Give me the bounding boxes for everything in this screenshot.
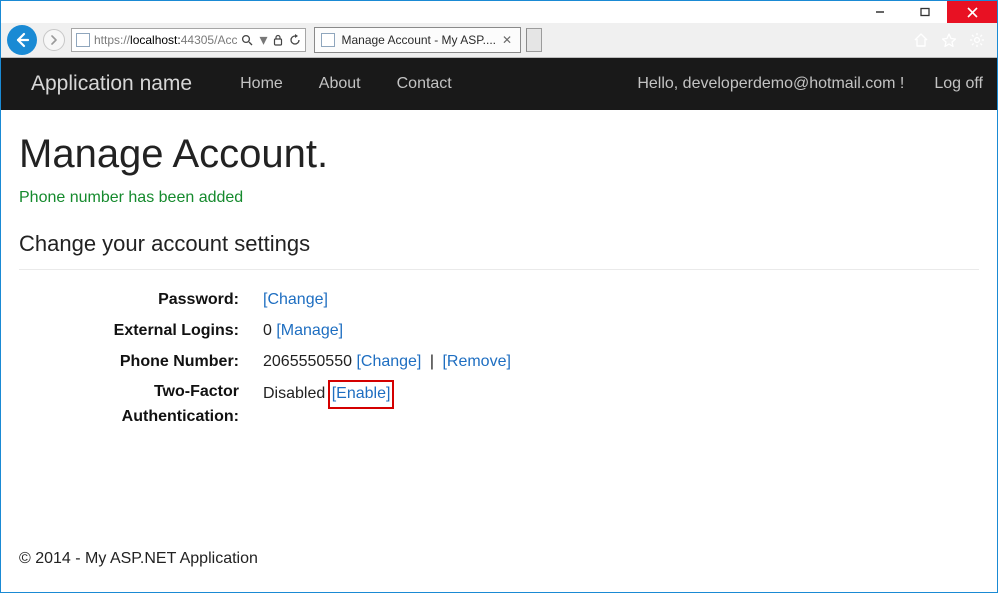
nav-home[interactable]: Home: [222, 75, 301, 93]
nav-contact[interactable]: Contact: [379, 75, 470, 93]
two-factor-status: Disabled: [263, 385, 325, 402]
arrow-right-icon: [49, 35, 59, 45]
flash-message: Phone number has been added: [19, 189, 979, 207]
site-navbar: Application name Home About Contact Hell…: [1, 58, 997, 110]
page-icon: [321, 33, 335, 47]
address-bar[interactable]: https://localhost:44305/Acc ▾: [71, 28, 306, 52]
label-phone: Phone Number:: [39, 350, 239, 375]
two-factor-enable-link[interactable]: [Enable]: [332, 385, 391, 402]
home-icon[interactable]: [913, 32, 929, 48]
nav-logoff[interactable]: Log off: [934, 75, 983, 93]
separator: |: [430, 353, 434, 370]
external-logins-manage-link[interactable]: [Manage]: [276, 322, 343, 339]
lock-icon: [273, 34, 283, 46]
tab-title: Manage Account - My ASP....: [341, 33, 496, 47]
window-maximize-button[interactable]: [902, 1, 947, 23]
page-subhead: Change your account settings: [19, 231, 979, 257]
window-minimize-button[interactable]: [857, 1, 902, 23]
address-bar-icons: ▾: [241, 30, 301, 50]
page-viewport: Application name Home About Contact Hell…: [1, 58, 997, 592]
new-tab-button[interactable]: [526, 28, 542, 52]
brand[interactable]: Application name: [31, 72, 192, 96]
browser-toolbar: https://localhost:44305/Acc ▾ Manage Acc…: [1, 23, 997, 58]
window-frame: https://localhost:44305/Acc ▾ Manage Acc…: [0, 0, 998, 593]
settings-list: Password: [Change] External Logins: 0 [M…: [39, 288, 979, 430]
browser-tab[interactable]: Manage Account - My ASP.... ✕: [314, 27, 521, 53]
label-external-logins: External Logins:: [39, 319, 239, 344]
page-icon: [76, 33, 90, 47]
gear-icon[interactable]: [969, 32, 985, 48]
label-password: Password:: [39, 288, 239, 313]
phone-remove-link[interactable]: [Remove]: [442, 353, 510, 370]
command-bar: [913, 32, 991, 48]
window-close-button[interactable]: [947, 1, 997, 23]
nav-greeting[interactable]: Hello, developerdemo@hotmail.com !: [637, 75, 904, 93]
page-title: Manage Account.: [19, 132, 979, 177]
password-change-link[interactable]: [Change]: [263, 291, 328, 308]
nav-back-button[interactable]: [7, 25, 37, 55]
page-footer: © 2014 - My ASP.NET Application: [19, 550, 258, 568]
window-titlebar: [1, 1, 997, 23]
phone-change-link[interactable]: [Change]: [356, 353, 421, 370]
nav-about[interactable]: About: [301, 75, 379, 93]
tab-close-icon[interactable]: ✕: [502, 33, 512, 47]
refresh-icon[interactable]: [289, 34, 301, 46]
highlight-box: [Enable]: [328, 380, 395, 409]
external-logins-count: 0: [263, 322, 272, 339]
star-icon[interactable]: [941, 32, 957, 48]
nav-forward-button[interactable]: [43, 29, 65, 51]
search-icon[interactable]: [241, 34, 253, 46]
phone-value: 2065550550: [263, 353, 352, 370]
address-url: https://localhost:44305/Acc: [94, 33, 237, 47]
page-body: Manage Account. Phone number has been ad…: [1, 110, 997, 430]
divider: [19, 269, 979, 270]
arrow-left-icon: [13, 31, 31, 49]
label-two-factor: Two-Factor Authentication:: [39, 380, 239, 430]
